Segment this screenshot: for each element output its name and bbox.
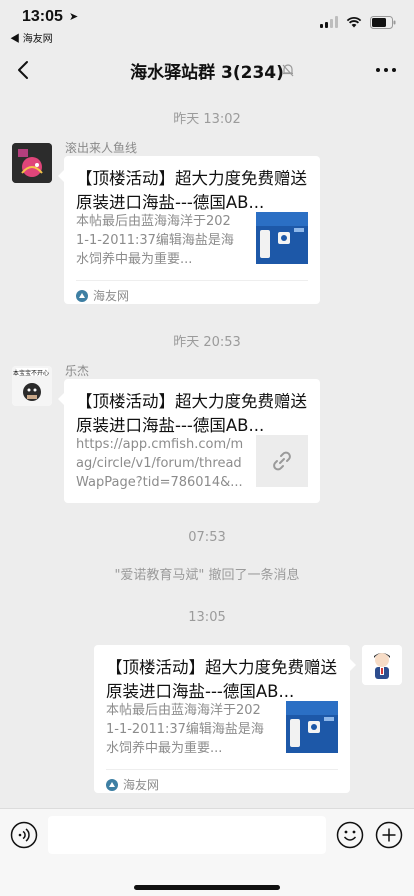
nav-bar: 海水驿站群 3(234) (0, 44, 414, 96)
card-description: 本帖最后由蓝海海洋于2021-1-2011:37编辑海盐是海水饲养中最为重要..… (106, 703, 264, 756)
more-dots-icon[interactable] (376, 62, 398, 78)
wifi-icon (346, 16, 362, 28)
avatar[interactable] (362, 645, 402, 685)
avatar[interactable] (12, 143, 52, 183)
avatar-caption: 本宝宝不开心 (13, 370, 50, 377)
message-input[interactable] (48, 816, 326, 854)
card-source-label: 海友网 (123, 778, 160, 792)
status-icons (320, 14, 396, 30)
timestamp: 13:05 (188, 610, 226, 625)
status-time: 13:05 (22, 8, 63, 25)
location-arrow-icon: ➤ (69, 10, 79, 23)
link-card[interactable]: 【顶楼活动】超大力度免费赠送原装进口海盐---德国AB... 本帖最后由蓝海海洋… (58, 156, 320, 304)
signal-icon (320, 16, 338, 28)
timestamp: 昨天 20:53 (173, 335, 241, 350)
sender-name: 乐杰 (65, 364, 90, 378)
link-card[interactable]: 【顶楼活动】超大力度免费赠送原装进口海盐---德国AB... https://a… (58, 379, 320, 503)
chat-messages: 昨天 13:02 滚出来人鱼线 【顶楼活动】超大力度免费赠送原装进口海盐---德… (0, 96, 414, 808)
card-title: 【顶楼活动】超大力度免费赠送原装进口海盐---德国AB... (76, 169, 307, 212)
back-to-app-link[interactable]: ◀ 海友网 (10, 30, 53, 45)
emoji-icon[interactable] (336, 821, 364, 849)
source-logo-icon (76, 289, 88, 302)
card-title: 【顶楼活动】超大力度免费赠送原装进口海盐---德国AB... (76, 392, 307, 435)
card-description: 本帖最后由蓝海海洋于2021-1-2011:37编辑海盐是海水饲养中最为重要..… (76, 214, 234, 267)
source-logo-icon (106, 778, 118, 791)
card-source: 海友网 (76, 287, 129, 304)
link-card[interactable]: 【顶楼活动】超大力度免费赠送原装进口海盐---德国AB... 本帖最后由蓝海海洋… (94, 645, 356, 793)
card-title: 【顶楼活动】超大力度免费赠送原装进口海盐---德国AB... (106, 658, 337, 701)
status-bar: 13:05 ➤ ◀ 海友网 (0, 0, 414, 45)
timestamp: 07:53 (188, 530, 226, 545)
chat-title: 海水驿站群 3(234) (130, 63, 284, 83)
input-bar (0, 808, 414, 896)
plus-icon[interactable] (375, 821, 403, 849)
system-message: "爱诺教育马斌" 撤回了一条消息 (114, 568, 300, 583)
sender-name: 滚出来人鱼线 (65, 141, 138, 155)
avatar[interactable]: 本宝宝不开心 (12, 366, 52, 406)
card-thumbnail (286, 701, 338, 753)
card-source: 海友网 (106, 776, 159, 793)
timestamp: 昨天 13:02 (173, 112, 241, 127)
voice-icon[interactable] (10, 821, 38, 849)
home-indicator (134, 885, 280, 890)
card-url: https://app.cmfish.com/mag/circle/v1/for… (76, 437, 244, 490)
link-icon (256, 435, 308, 487)
card-thumbnail (256, 212, 308, 264)
battery-icon (370, 15, 396, 29)
bell-slash-icon (281, 62, 295, 81)
card-source-label: 海友网 (93, 289, 130, 303)
